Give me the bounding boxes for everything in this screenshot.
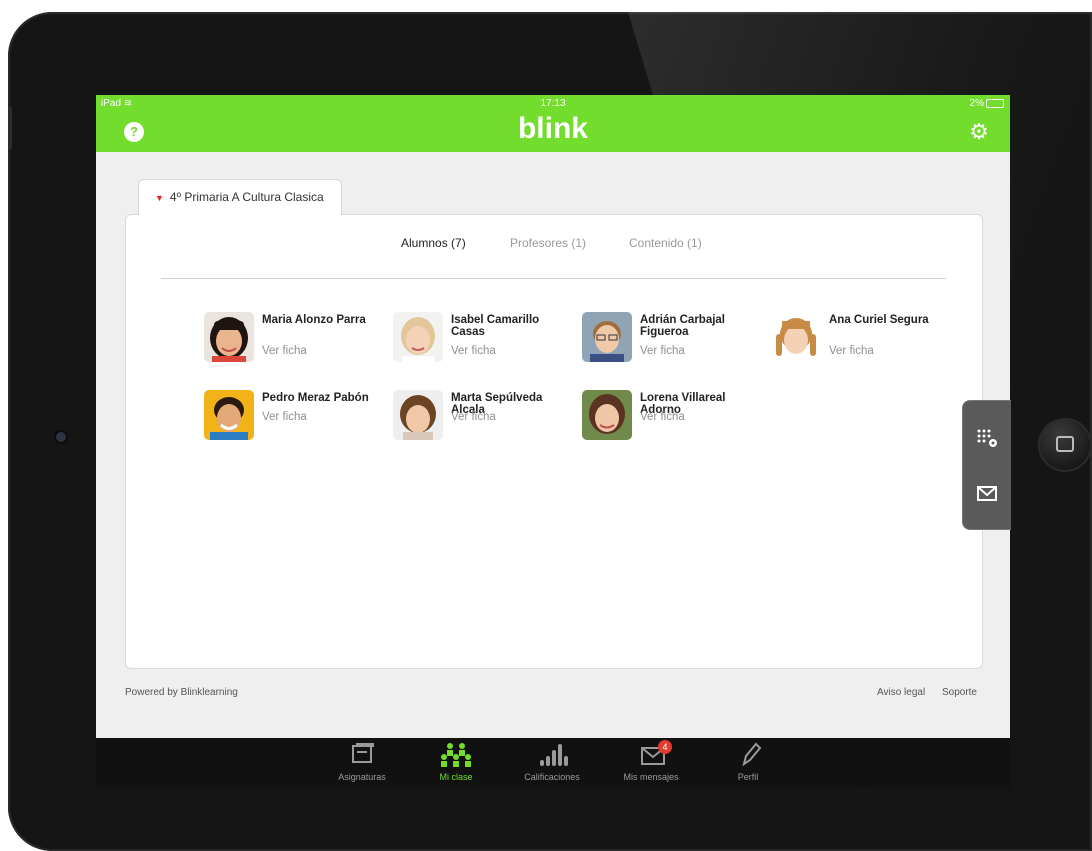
powered-by: Powered by Blinklearning bbox=[125, 687, 238, 698]
class-panel: Alumnos (7) Profesores (1) Contenido (1)… bbox=[125, 214, 983, 669]
pencil-icon bbox=[708, 740, 788, 770]
front-camera bbox=[56, 432, 66, 442]
device-side-button bbox=[8, 107, 12, 149]
tab-label: Perfil bbox=[737, 772, 759, 782]
tab-mis-mensajes[interactable]: 4 Mis mensajes bbox=[611, 740, 691, 782]
view-profile-link[interactable]: Ver ficha bbox=[640, 345, 685, 357]
student-avatar bbox=[393, 390, 443, 440]
grid-settings-icon[interactable] bbox=[975, 427, 999, 451]
bar-chart-icon bbox=[512, 740, 592, 770]
battery-indicator: 2% bbox=[970, 98, 1004, 109]
student-card[interactable]: Adrián Carbajal Figueroa Ver ficha bbox=[582, 312, 762, 372]
student-card[interactable]: Maria Alonzo Parra Ver ficha bbox=[204, 312, 384, 372]
student-card[interactable]: Marta Sepúlveda Alcala Ver ficha bbox=[393, 390, 573, 450]
tab-label: Mi clase bbox=[439, 772, 473, 782]
tab-asignaturas[interactable]: Asignaturas bbox=[322, 740, 402, 782]
student-card[interactable]: Lorena Villareal Adorno Ver ficha bbox=[582, 390, 762, 450]
tab-contenido[interactable]: Contenido (1) bbox=[629, 236, 702, 250]
student-card[interactable]: Ana Curiel Segura Ver ficha bbox=[771, 312, 951, 372]
student-avatar bbox=[582, 390, 632, 440]
course-tab-label: 4º Primaria A Cultura Clasica bbox=[169, 190, 324, 204]
view-profile-link[interactable]: Ver ficha bbox=[262, 411, 307, 423]
app-header: iPad ≋ 17:13 2% ? blink ⚙ bbox=[96, 95, 1010, 152]
student-name: Maria Alonzo Parra bbox=[262, 314, 366, 326]
student-avatar bbox=[204, 312, 254, 362]
student-card[interactable]: Pedro Meraz Pabón Ver ficha bbox=[204, 390, 384, 450]
tab-label: Calificaciones bbox=[524, 772, 580, 782]
footer-links: Aviso legal Soporte bbox=[863, 687, 977, 698]
student-card[interactable]: Isabel Camarillo Casas Ver ficha bbox=[393, 312, 573, 372]
student-name: Isabel Camarillo Casas bbox=[451, 314, 540, 338]
bottom-tabbar: Asignaturas Mi clase Calificaciones 4 Mi… bbox=[96, 738, 1010, 788]
tab-label: Mis mensajes bbox=[623, 772, 679, 782]
view-profile-link[interactable]: Ver ficha bbox=[640, 411, 685, 423]
view-profile-link[interactable]: Ver ficha bbox=[451, 345, 496, 357]
student-avatar bbox=[204, 390, 254, 440]
tab-perfil[interactable]: Perfil bbox=[708, 740, 788, 782]
student-name: Pedro Meraz Pabón bbox=[262, 392, 369, 404]
legal-link[interactable]: Aviso legal bbox=[877, 687, 925, 698]
view-profile-link[interactable]: Ver ficha bbox=[451, 411, 496, 423]
status-bar: iPad ≋ 17:13 2% bbox=[96, 95, 1010, 111]
blink-logo: blink bbox=[517, 112, 588, 145]
status-time: 17:13 bbox=[540, 98, 566, 109]
view-profile-link[interactable]: Ver ficha bbox=[262, 345, 307, 357]
support-link[interactable]: Soporte bbox=[942, 687, 977, 698]
tabs-divider bbox=[161, 278, 946, 279]
mail-icon[interactable] bbox=[975, 481, 999, 505]
course-tab[interactable]: ▼ 4º Primaria A Cultura Clasica bbox=[138, 179, 342, 215]
folder-icon bbox=[322, 740, 402, 770]
gear-icon[interactable]: ⚙ bbox=[968, 121, 990, 143]
dropdown-triangle-icon: ▼ bbox=[155, 193, 164, 203]
app-screen: iPad ≋ 17:13 2% ? blink ⚙ ▼ 4º Primaria A… bbox=[96, 95, 1010, 738]
envelope-icon: 4 bbox=[611, 740, 691, 770]
device-top-decoration bbox=[98, 4, 188, 17]
tab-calificaciones[interactable]: Calificaciones bbox=[512, 740, 592, 782]
home-button[interactable] bbox=[1038, 418, 1092, 472]
tab-alumnos[interactable]: Alumnos (7) bbox=[401, 236, 466, 250]
student-name: Adrián Carbajal Figueroa bbox=[640, 314, 725, 338]
student-avatar bbox=[771, 312, 821, 362]
tab-label: Asignaturas bbox=[338, 772, 386, 782]
student-avatar bbox=[582, 312, 632, 362]
battery-icon bbox=[986, 98, 1004, 108]
student-avatar bbox=[393, 312, 443, 362]
side-toolbar bbox=[962, 400, 1011, 530]
student-name: Ana Curiel Segura bbox=[829, 314, 929, 326]
unread-badge: 4 bbox=[658, 740, 672, 754]
tab-mi-clase[interactable]: Mi clase bbox=[416, 740, 496, 782]
tab-profesores[interactable]: Profesores (1) bbox=[510, 236, 586, 250]
view-profile-link[interactable]: Ver ficha bbox=[829, 345, 874, 357]
group-icon bbox=[416, 740, 496, 770]
